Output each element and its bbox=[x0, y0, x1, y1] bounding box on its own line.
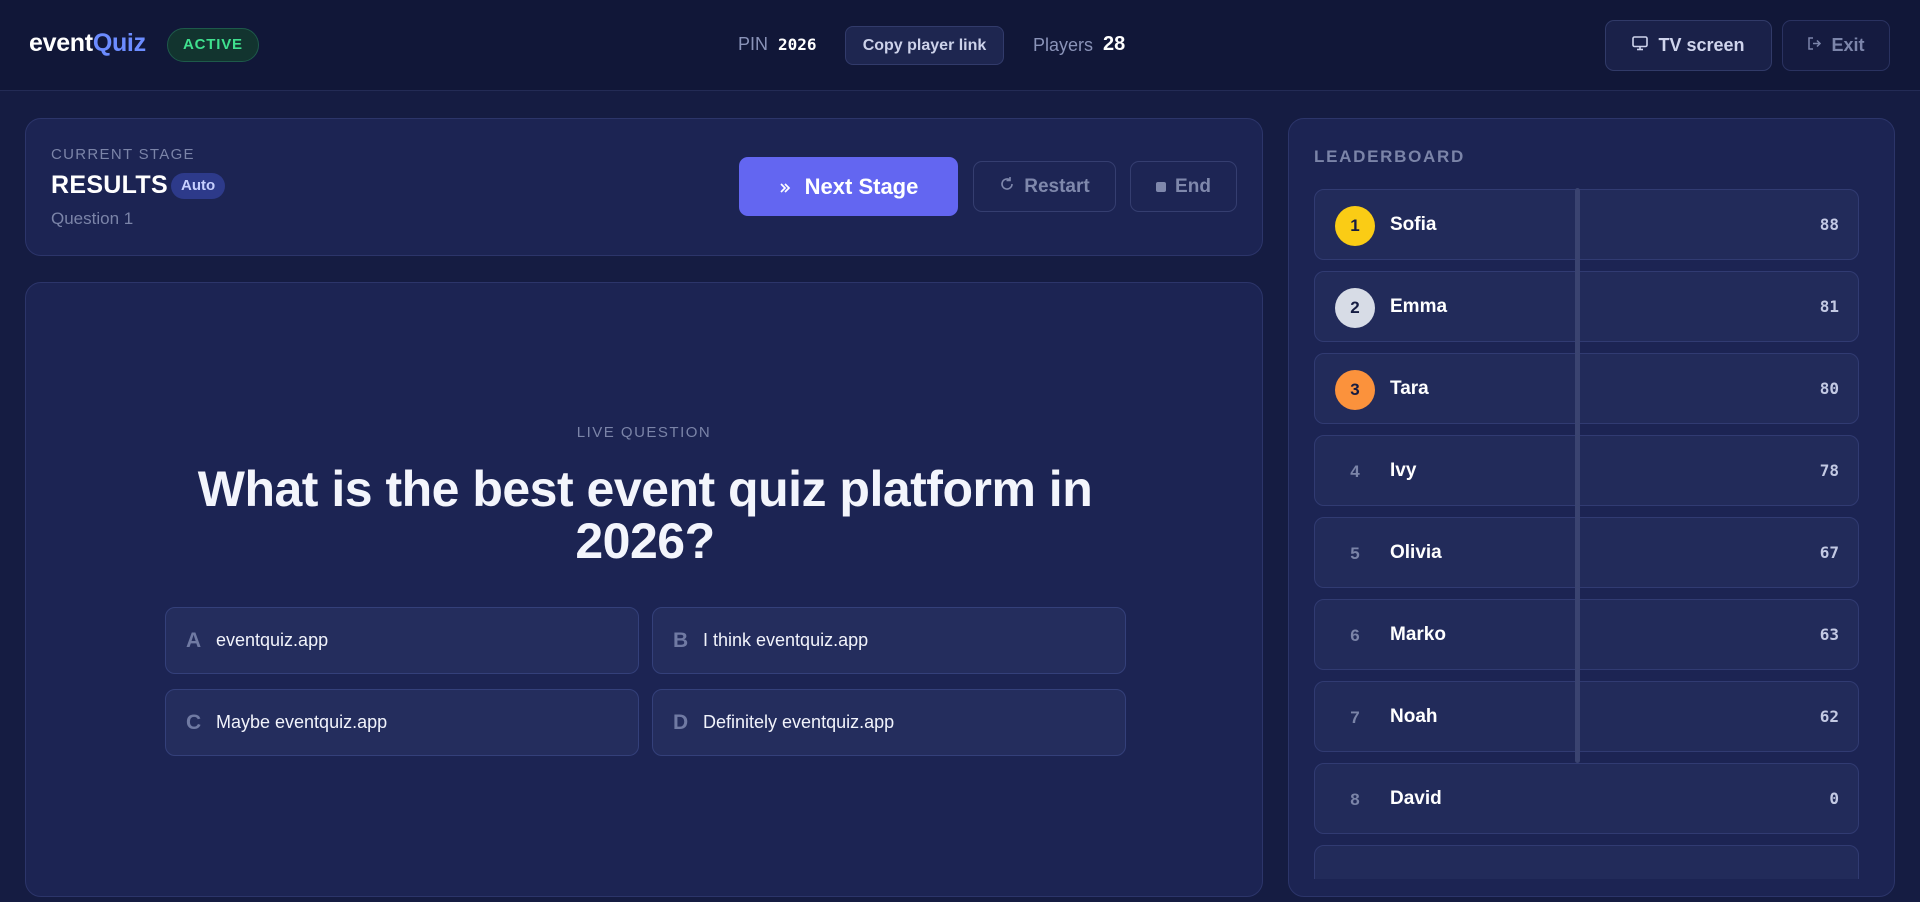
exit-button[interactable]: Exit bbox=[1782, 20, 1890, 71]
restart-button[interactable]: Restart bbox=[973, 161, 1116, 212]
player-name: Emma bbox=[1390, 296, 1448, 317]
leaderboard-row: 4 Ivy 78 bbox=[1314, 435, 1859, 506]
double-chevron-right-icon bbox=[779, 174, 791, 200]
restart-label: Restart bbox=[1024, 175, 1090, 197]
leaderboard-row: 6 Marko 63 bbox=[1314, 599, 1859, 670]
rank-number: 5 bbox=[1350, 544, 1360, 563]
leaderboard-row: 5 Olivia 67 bbox=[1314, 517, 1859, 588]
restart-icon bbox=[999, 176, 1015, 198]
stage-title: RESULTS bbox=[51, 171, 168, 199]
answer-letter: B bbox=[673, 628, 689, 652]
player-score: 88 bbox=[1819, 215, 1839, 234]
stop-icon bbox=[1156, 181, 1167, 192]
answer-letter: D bbox=[673, 710, 689, 734]
player-name: Olivia bbox=[1390, 542, 1442, 563]
next-stage-button[interactable]: Next Stage bbox=[739, 157, 958, 216]
pin-label: PIN bbox=[738, 34, 769, 54]
answer-option-c: C Maybe eventquiz.app bbox=[165, 689, 639, 756]
leaderboard-panel: LEADERBOARD 1 Sofia 88 2 Emma 81 3 Tara … bbox=[1288, 118, 1895, 897]
rank-number: 4 bbox=[1350, 462, 1360, 481]
player-name: Marko bbox=[1390, 624, 1446, 645]
leaderboard-list[interactable]: 1 Sofia 88 2 Emma 81 3 Tara 80 4 Ivy 78 … bbox=[1314, 189, 1859, 879]
status-badge: ACTIVE bbox=[167, 28, 259, 62]
leaderboard-row: 1 Sofia 88 bbox=[1314, 189, 1859, 260]
player-score: 80 bbox=[1819, 379, 1839, 398]
top-bar: eventQuiz ACTIVE PIN 2026 Copy player li… bbox=[0, 0, 1920, 91]
player-name: Ivy bbox=[1390, 460, 1417, 481]
monitor-icon bbox=[1632, 35, 1649, 56]
stage-kicker: CURRENT STAGE bbox=[51, 146, 195, 163]
question-text: What is the best event quiz platform in … bbox=[197, 461, 1093, 569]
leaderboard-row: 3 Tara 80 bbox=[1314, 353, 1859, 424]
answer-text: eventquiz.app bbox=[216, 630, 329, 650]
logout-icon bbox=[1807, 35, 1822, 56]
question-panel: LIVE QUESTION What is the best event qui… bbox=[25, 282, 1263, 897]
player-name: David bbox=[1390, 788, 1442, 809]
copy-player-link-button[interactable]: Copy player link bbox=[845, 26, 1004, 65]
logo: eventQuiz bbox=[29, 29, 146, 57]
player-score: 67 bbox=[1819, 543, 1839, 562]
pin-value: 2026 bbox=[778, 35, 817, 54]
player-score: 78 bbox=[1819, 461, 1839, 480]
leaderboard-title: LEADERBOARD bbox=[1314, 147, 1465, 166]
next-stage-label: Next Stage bbox=[804, 173, 919, 199]
answer-option-a: A eventquiz.app bbox=[165, 607, 639, 674]
auto-mode-badge: Auto bbox=[171, 173, 226, 199]
leaderboard-row: 7 Noah 62 bbox=[1314, 681, 1859, 752]
exit-label: Exit bbox=[1831, 35, 1865, 55]
leaderboard-scrollbar[interactable] bbox=[1575, 188, 1580, 763]
leaderboard-row: 8 David 0 bbox=[1314, 763, 1859, 834]
answer-text: Definitely eventquiz.app bbox=[703, 712, 895, 732]
player-score: 81 bbox=[1819, 297, 1839, 316]
live-question-kicker: LIVE QUESTION bbox=[576, 424, 712, 441]
bronze-rank-badge: 3 bbox=[1335, 370, 1375, 410]
player-name: Tara bbox=[1390, 378, 1429, 399]
answer-text: Maybe eventquiz.app bbox=[216, 712, 388, 732]
rank-number: 8 bbox=[1350, 790, 1360, 809]
player-name: Noah bbox=[1390, 706, 1438, 727]
end-label: End bbox=[1175, 175, 1211, 197]
rank-number: 6 bbox=[1350, 626, 1360, 645]
player-score: 0 bbox=[1829, 789, 1839, 808]
player-name: Sofia bbox=[1390, 214, 1437, 235]
answer-option-b: B I think eventquiz.app bbox=[652, 607, 1126, 674]
answer-letter: C bbox=[186, 710, 202, 734]
player-score: 63 bbox=[1819, 625, 1839, 644]
answer-letter: A bbox=[186, 628, 202, 652]
stage-panel: CURRENT STAGE RESULTS Auto Question 1 Ne… bbox=[25, 118, 1263, 256]
gold-rank-badge: 1 bbox=[1335, 206, 1375, 246]
players-count: 28 bbox=[1103, 33, 1126, 55]
end-button[interactable]: End bbox=[1130, 161, 1237, 212]
stage-question-number: Question 1 bbox=[51, 209, 134, 228]
players-label: Players bbox=[1033, 35, 1094, 55]
silver-rank-badge: 2 bbox=[1335, 288, 1375, 328]
leaderboard-row-partial bbox=[1314, 845, 1859, 879]
answer-option-d: D Definitely eventquiz.app bbox=[652, 689, 1126, 756]
answer-text: I think eventquiz.app bbox=[703, 630, 869, 650]
leaderboard-row: 2 Emma 81 bbox=[1314, 271, 1859, 342]
tv-screen-label: TV screen bbox=[1658, 35, 1745, 55]
rank-number: 7 bbox=[1350, 708, 1360, 727]
player-score: 62 bbox=[1819, 707, 1839, 726]
tv-screen-button[interactable]: TV screen bbox=[1605, 20, 1772, 71]
